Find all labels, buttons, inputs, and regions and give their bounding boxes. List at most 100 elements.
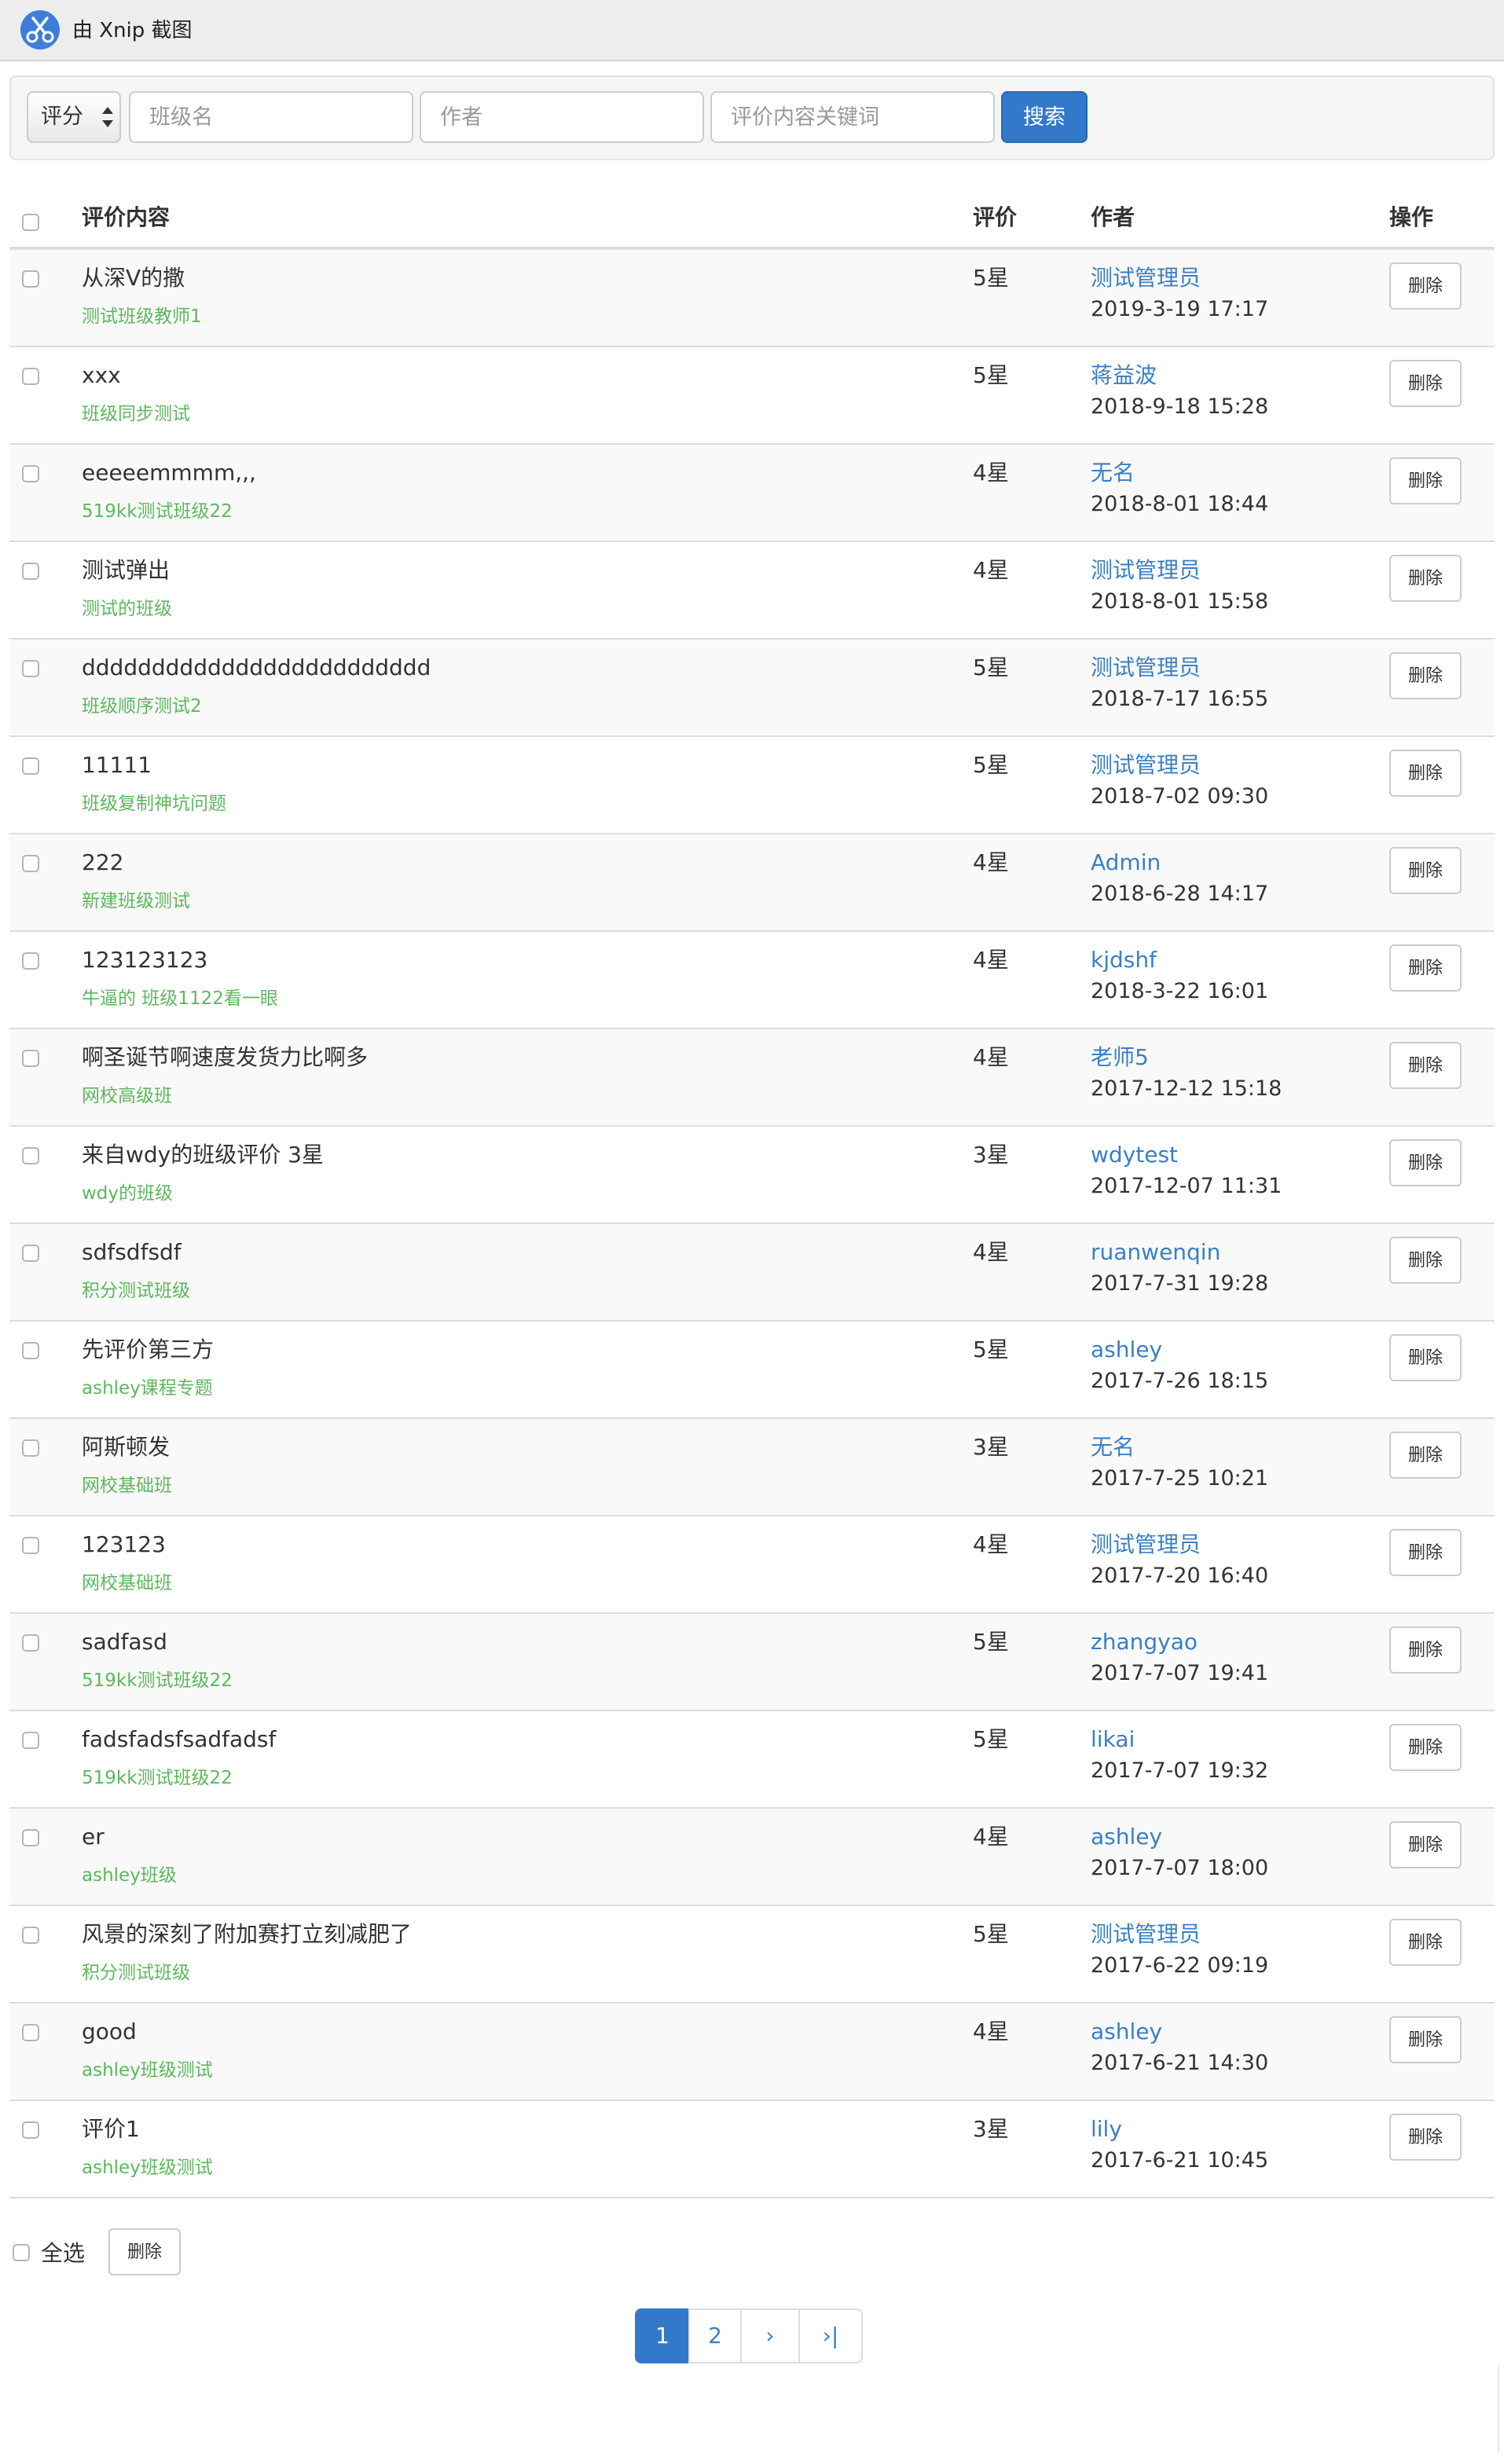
row-author-link[interactable]: wdytest	[1091, 1141, 1178, 1169]
row-author-link[interactable]: 测试管理员	[1091, 1920, 1201, 1949]
row-checkbox[interactable]	[22, 1537, 39, 1554]
row-delete-button[interactable]: 删除	[1389, 457, 1462, 504]
row-timestamp: 2018-7-02 09:30	[1091, 784, 1269, 808]
row-author-link[interactable]: 测试管理员	[1091, 556, 1201, 585]
row-author-link[interactable]: 无名	[1091, 459, 1135, 487]
row-author-link[interactable]: 老师5	[1091, 1043, 1149, 1072]
row-checkbox[interactable]	[22, 1050, 39, 1067]
row-class-name: 519kk测试班级22	[82, 1670, 233, 1691]
row-delete-button[interactable]: 删除	[1389, 262, 1462, 310]
row-checkbox[interactable]	[22, 270, 39, 288]
row-content: 来自wdy的班级评价 3星	[82, 1142, 324, 1168]
table-row: 222 新建班级测试 4星 Admin 2018-6-28 14:17 删除	[9, 834, 1495, 932]
row-checkbox[interactable]	[22, 1342, 39, 1359]
row-delete-button[interactable]: 删除	[1389, 1432, 1462, 1479]
page-2-link[interactable]: 2	[688, 2308, 742, 2363]
row-checkbox[interactable]	[22, 1439, 39, 1457]
table-row: xxx 班级同步测试 5星 蒋益波 2018-9-18 15:28 删除	[9, 347, 1495, 445]
table-row: 风景的深刻了附加赛打立刻减肥了 积分测试班级 5星 测试管理员 2017-6-22 09…	[9, 1906, 1495, 2004]
row-delete-button[interactable]: 删除	[1389, 1237, 1462, 1284]
select-all-checkbox[interactable]	[13, 2244, 30, 2261]
row-delete-button[interactable]: 删除	[1389, 1334, 1462, 1381]
row-checkbox[interactable]	[22, 660, 39, 677]
row-author-link[interactable]: kjdshf	[1091, 946, 1157, 974]
row-class-name: 网校基础班	[82, 1573, 172, 1593]
scissors-icon	[20, 10, 60, 50]
row-delete-button[interactable]: 删除	[1389, 944, 1462, 992]
row-delete-button[interactable]: 删除	[1389, 652, 1462, 699]
bulk-delete-button[interactable]: 删除	[108, 2228, 181, 2275]
row-content: good	[82, 2018, 137, 2044]
row-author-link[interactable]: lily	[1091, 2115, 1122, 2143]
table-row: 123123 网校基础班 4星 测试管理员 2017-7-20 16:40 删除	[9, 1516, 1495, 1614]
row-delete-button[interactable]: 删除	[1389, 750, 1462, 797]
keyword-input[interactable]	[710, 91, 995, 143]
last-page-link[interactable]: ›|	[798, 2308, 863, 2363]
table-row: 先评价第三方 ashley课程专题 5星 ashley 2017-7-26 18:15 删…	[9, 1322, 1495, 1419]
row-author-link[interactable]: 测试管理员	[1091, 654, 1201, 682]
row-delete-button[interactable]: 删除	[1389, 2016, 1462, 2063]
row-author-link[interactable]: 测试管理员	[1091, 751, 1201, 779]
row-checkbox[interactable]	[22, 1829, 39, 1846]
header-select-all-checkbox[interactable]	[22, 214, 39, 231]
row-author-link[interactable]: 无名	[1091, 1433, 1135, 1461]
row-author-link[interactable]: ashley	[1091, 1823, 1162, 1851]
table-row: fadsfadsfsadfadsf 519kk测试班级22 5星 likai 2017-…	[9, 1711, 1495, 1809]
row-delete-button[interactable]: 删除	[1389, 1821, 1462, 1868]
author-input[interactable]	[420, 91, 704, 143]
row-checkbox[interactable]	[22, 2024, 39, 2041]
row-content: er	[82, 1824, 105, 1850]
row-author-link[interactable]: Admin	[1091, 849, 1161, 877]
row-rating: 4星	[973, 1239, 1009, 1265]
row-rating: 4星	[973, 1531, 1009, 1557]
row-delete-button[interactable]: 删除	[1389, 1919, 1462, 1966]
rating-select[interactable]: 评分	[27, 91, 121, 143]
row-author-link[interactable]: ashley	[1091, 2018, 1162, 2046]
row-checkbox[interactable]	[22, 2121, 39, 2139]
row-class-name: ashley班级	[82, 1865, 177, 1886]
row-rating: 5星	[973, 362, 1009, 388]
row-delete-button[interactable]: 删除	[1389, 1042, 1462, 1089]
search-button[interactable]: 搜索	[1001, 91, 1088, 143]
row-checkbox[interactable]	[22, 1927, 39, 1944]
row-checkbox[interactable]	[22, 563, 39, 580]
row-checkbox[interactable]	[22, 465, 39, 482]
table-body: 从深V的撒 测试班级教师1 5星 测试管理员 2019-3-19 17:17 删除 xxx 班…	[9, 250, 1495, 2198]
row-checkbox[interactable]	[22, 952, 39, 970]
row-delete-button[interactable]: 删除	[1389, 360, 1462, 407]
row-content: 从深V的撒	[82, 265, 185, 291]
row-author-link[interactable]: 测试管理员	[1091, 1531, 1201, 1559]
row-delete-button[interactable]: 删除	[1389, 1724, 1462, 1771]
row-delete-button[interactable]: 删除	[1389, 1529, 1462, 1576]
row-checkbox[interactable]	[22, 855, 39, 872]
table-row: 11111 班级复制神坑问题 5星 测试管理员 2018-7-02 09:30 删除	[9, 737, 1495, 834]
row-author-link[interactable]: 蒋益波	[1091, 361, 1157, 390]
select-all-label[interactable]: 全选	[41, 2239, 85, 2268]
row-timestamp: 2018-9-18 15:28	[1091, 394, 1269, 419]
row-delete-button[interactable]: 删除	[1389, 1626, 1462, 1674]
row-author-link[interactable]: zhangyao	[1091, 1628, 1198, 1656]
row-delete-button[interactable]: 删除	[1389, 1139, 1462, 1186]
row-author-link[interactable]: likai	[1091, 1725, 1135, 1754]
row-checkbox[interactable]	[22, 1732, 39, 1749]
row-checkbox[interactable]	[22, 757, 39, 775]
row-author-link[interactable]: ashley	[1091, 1336, 1162, 1364]
row-checkbox[interactable]	[22, 1245, 39, 1262]
row-delete-button[interactable]: 删除	[1389, 2114, 1462, 2161]
row-delete-button[interactable]: 删除	[1389, 555, 1462, 602]
row-checkbox[interactable]	[22, 1634, 39, 1652]
row-rating: 4星	[973, 2018, 1009, 2044]
row-rating: 5星	[973, 1336, 1009, 1362]
table-row: sadfasd 519kk测试班级22 5星 zhangyao 2017-7-07 19…	[9, 1614, 1495, 1711]
row-timestamp: 2018-6-28 14:17	[1091, 882, 1269, 906]
class-name-input[interactable]	[129, 91, 413, 143]
row-delete-button[interactable]: 删除	[1389, 847, 1462, 894]
filter-bar: 评分 搜索	[9, 75, 1495, 160]
next-page-link[interactable]: ›	[740, 2308, 800, 2363]
row-author-link[interactable]: 测试管理员	[1091, 264, 1201, 292]
row-checkbox[interactable]	[22, 368, 39, 385]
row-checkbox[interactable]	[22, 1147, 39, 1164]
row-class-name: ashley班级测试	[82, 2158, 213, 2178]
page-1-link[interactable]: 1	[635, 2308, 690, 2363]
row-author-link[interactable]: ruanwenqin	[1091, 1238, 1220, 1267]
